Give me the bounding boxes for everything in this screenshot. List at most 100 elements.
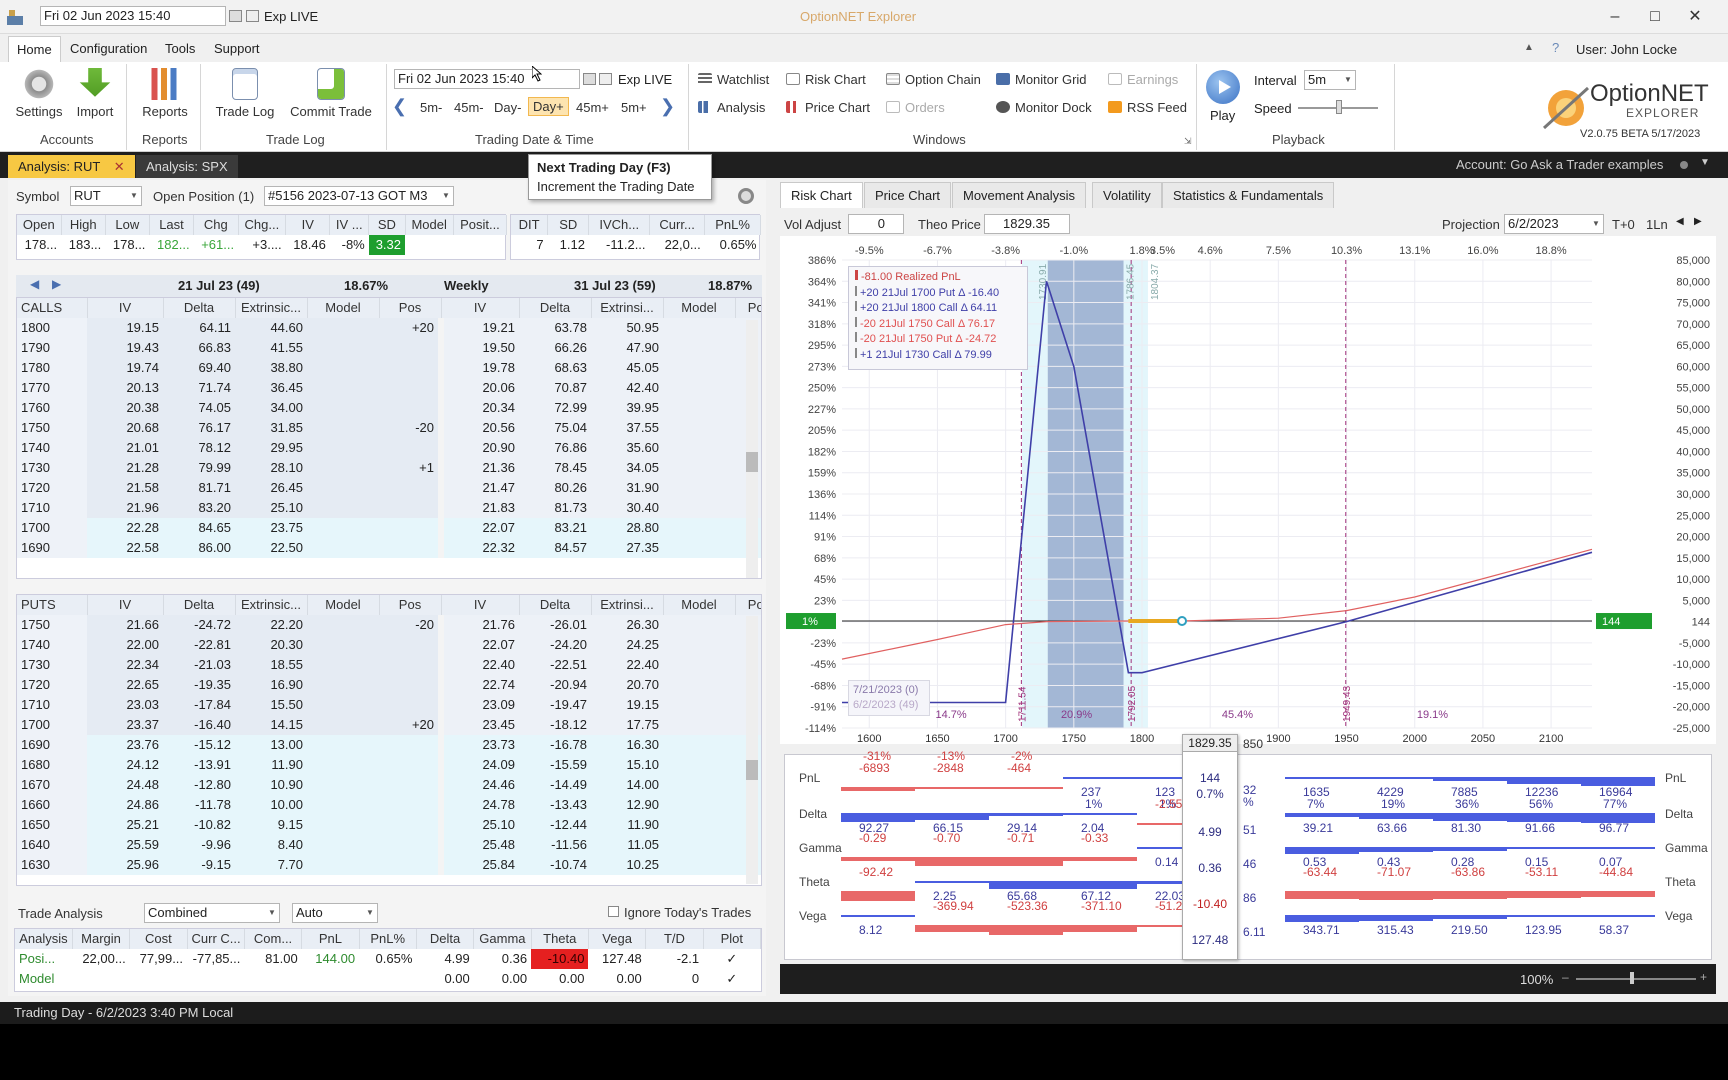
chain-cell[interactable]: -17.84 <box>163 695 235 715</box>
chain-cell[interactable]: 30.40 <box>591 498 663 518</box>
trade-analysis-mode-select[interactable]: Combined <box>144 903 280 923</box>
chain-cell[interactable]: 19.43 <box>87 338 163 358</box>
chain-cell[interactable]: +20 <box>379 318 441 338</box>
chain-cell[interactable]: 10.90 <box>235 775 307 795</box>
chain-cell[interactable]: 19.15 <box>591 695 663 715</box>
chain-cell[interactable]: 28.10 <box>235 458 307 478</box>
chain-cell[interactable]: 1700 <box>17 715 87 735</box>
chain-cell[interactable]: 22.07 <box>438 635 519 655</box>
chain-cell[interactable]: 10.25 <box>591 855 663 875</box>
chain-row[interactable]: 1680 24.12 -13.91 11.90 24.09 -15.59 15.10 <box>17 755 761 775</box>
maximize-button[interactable]: □ <box>1642 6 1668 28</box>
chain-cell[interactable]: 86.00 <box>163 538 235 558</box>
chain-cell[interactable]: 8.40 <box>235 835 307 855</box>
tab-statistics-fundamentals[interactable]: Statistics & Fundamentals <box>1162 182 1335 208</box>
nav-back-icon[interactable]: ❮ <box>392 96 407 117</box>
chain-cell[interactable]: 41.55 <box>235 338 307 358</box>
quote-header[interactable]: Chg... <box>238 215 287 235</box>
chain-cell[interactable]: 66.26 <box>519 338 591 358</box>
chain-cell[interactable]: 20.30 <box>235 635 307 655</box>
chain-row[interactable]: 1720 22.65 -19.35 16.90 22.74 -20.94 20.70 <box>17 675 761 695</box>
chain-cell[interactable]: -13.91 <box>163 755 235 775</box>
chain-cell[interactable]: 1680 <box>17 755 87 775</box>
chain-cell[interactable] <box>379 398 441 418</box>
chain-cell[interactable]: 42.40 <box>591 378 663 398</box>
chain-cell[interactable]: -12.44 <box>519 815 591 835</box>
chain-cell[interactable]: 26.45 <box>235 478 307 498</box>
chain-cell[interactable]: 21.83 <box>438 498 519 518</box>
chain-cell[interactable] <box>307 615 379 635</box>
import-button[interactable]: Import <box>70 68 120 119</box>
price-chart-button[interactable]: Price Chart <box>786 100 870 115</box>
chain-cell[interactable]: 20.06 <box>438 378 519 398</box>
chain-cell[interactable]: -13.43 <box>519 795 591 815</box>
chain-cell[interactable] <box>379 655 441 675</box>
chain-cell[interactable]: 11.90 <box>235 755 307 775</box>
trade-analysis-header[interactable]: Theta <box>531 929 589 949</box>
scrollbar-thumb[interactable] <box>746 452 758 472</box>
gear-icon[interactable] <box>738 188 754 204</box>
quote-header[interactable]: High <box>61 215 106 235</box>
chain-cell[interactable] <box>663 438 735 458</box>
chain-cell[interactable] <box>307 538 379 558</box>
chain-column-header[interactable]: IV <box>87 298 164 318</box>
chain-cell[interactable] <box>379 755 441 775</box>
next-projection-icon[interactable]: ▶ <box>1694 216 1702 227</box>
quote-header[interactable]: IV ... <box>329 215 370 235</box>
chain-cell[interactable] <box>663 815 735 835</box>
chain-column-header[interactable]: Delta <box>519 298 592 318</box>
menu-tab-support[interactable]: Support <box>206 36 268 62</box>
chain-cell[interactable] <box>663 338 735 358</box>
theo-price-input[interactable]: 1829.35 <box>984 214 1070 234</box>
chain-cell[interactable] <box>307 855 379 875</box>
chain-cell[interactable] <box>379 775 441 795</box>
chain-cell[interactable]: +1 <box>379 458 441 478</box>
chain-cell[interactable] <box>307 358 379 378</box>
chain-row[interactable]: 1740 21.01 78.12 29.95 20.90 76.86 35.60 <box>17 438 761 458</box>
chain-cell[interactable]: 84.65 <box>163 518 235 538</box>
chain-cell[interactable]: 28.80 <box>591 518 663 538</box>
chain-cell[interactable]: 31.90 <box>591 478 663 498</box>
title-date-field[interactable]: Fri 02 Jun 2023 15:40 <box>40 6 226 26</box>
chain-cell[interactable]: 19.50 <box>438 338 519 358</box>
chain-cell[interactable]: 15.10 <box>591 755 663 775</box>
chain-cell[interactable]: 22.74 <box>438 675 519 695</box>
chain-cell[interactable]: 9.15 <box>235 815 307 835</box>
chain-cell[interactable]: -10.82 <box>163 815 235 835</box>
commit-trade-button[interactable]: Commit Trade <box>286 68 376 119</box>
legend-item[interactable]: +20 21Jul 1800 Call Δ 64.11 <box>855 301 1021 317</box>
chain-cell[interactable] <box>379 438 441 458</box>
chain-cell[interactable] <box>663 675 735 695</box>
chain-cell[interactable]: 19.74 <box>87 358 163 378</box>
chain-cell[interactable] <box>379 735 441 755</box>
chain-column-header[interactable]: Delta <box>163 298 236 318</box>
chain-column-header[interactable]: Extrinsic... <box>235 298 308 318</box>
next-exp-icon[interactable]: ▶ <box>52 277 61 291</box>
chain-cell[interactable]: 1690 <box>17 538 87 558</box>
puts-scrollbar[interactable] <box>746 616 758 884</box>
chain-cell[interactable] <box>379 338 441 358</box>
collapse-ribbon-icon[interactable]: ▲ <box>1524 42 1534 53</box>
chain-column-header[interactable]: Pos <box>379 595 442 615</box>
chain-cell[interactable]: -22.81 <box>163 635 235 655</box>
chain-column-header[interactable]: Pos <box>379 298 442 318</box>
chain-cell[interactable]: 26.30 <box>591 615 663 635</box>
chain-cell[interactable]: 1720 <box>17 478 87 498</box>
trade-analysis-row[interactable]: Posi... 22,00... 77,99... -77,85... 81.00 144… <box>15 949 761 969</box>
chain-cell[interactable]: 13.00 <box>235 735 307 755</box>
chain-cell[interactable]: 1720 <box>17 675 87 695</box>
chain-cell[interactable] <box>663 695 735 715</box>
chain-cell[interactable] <box>307 815 379 835</box>
chain-row[interactable]: 1780 19.74 69.40 38.80 19.78 68.63 45.05 <box>17 358 761 378</box>
vol-adjust-input[interactable]: 0 <box>848 214 904 234</box>
quote-header[interactable]: Model <box>405 215 454 235</box>
chain-cell[interactable]: 25.96 <box>87 855 163 875</box>
chain-cell[interactable]: 22.50 <box>235 538 307 558</box>
chain-cell[interactable] <box>379 855 441 875</box>
watchlist-button[interactable]: Watchlist <box>698 72 769 87</box>
pin-icon[interactable] <box>1680 161 1688 169</box>
chain-cell[interactable]: 83.20 <box>163 498 235 518</box>
chain-cell[interactable]: 23.45 <box>438 715 519 735</box>
grid-icon[interactable] <box>246 10 259 22</box>
trading-date-field[interactable]: Fri 02 Jun 2023 15:40 <box>394 69 580 89</box>
